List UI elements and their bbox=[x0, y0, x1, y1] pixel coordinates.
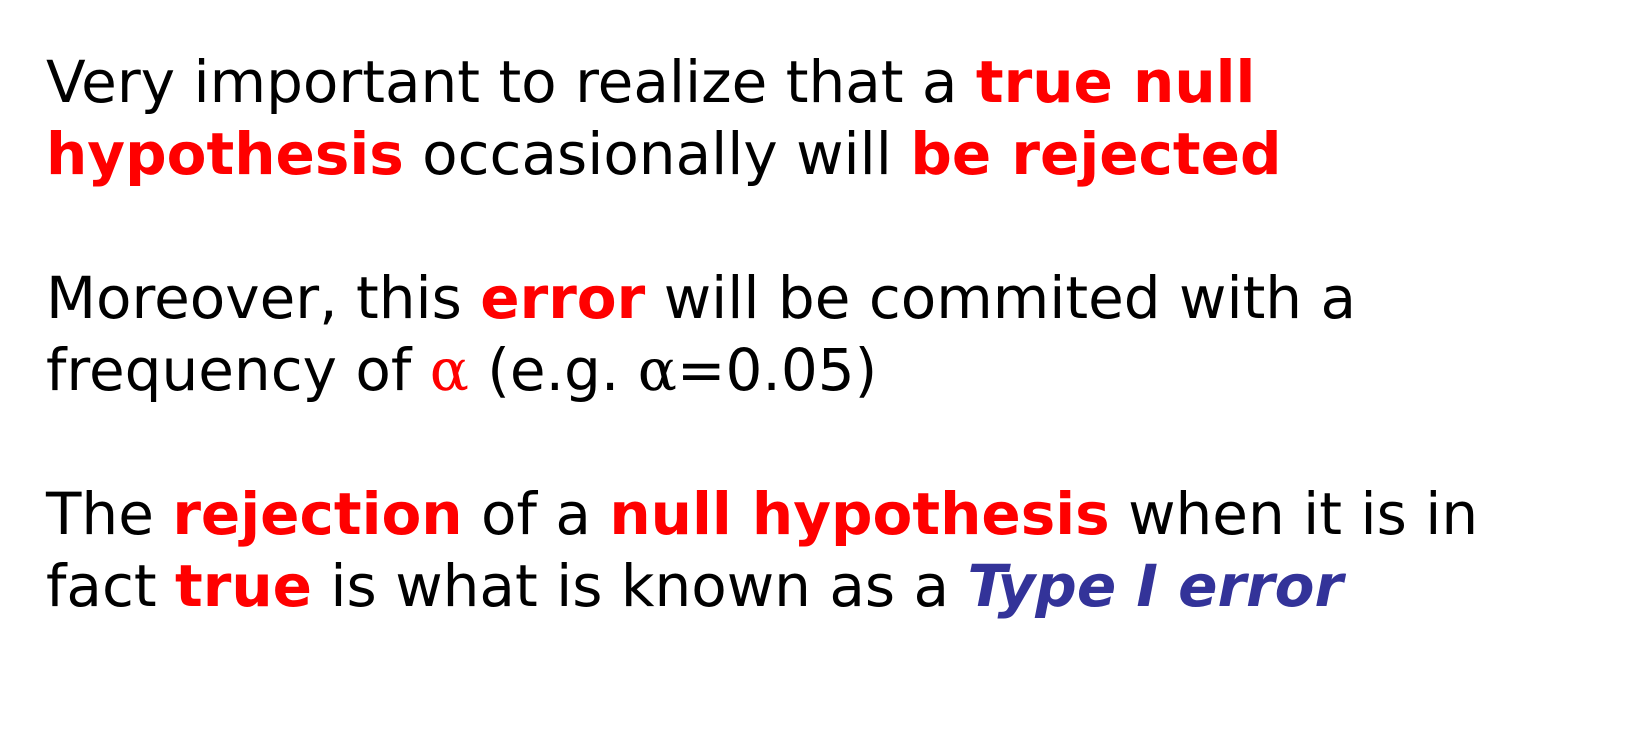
plain-text: occasionally will bbox=[403, 120, 911, 188]
plain-text: (e.g. bbox=[468, 336, 638, 404]
plain-text: when it is in bbox=[1109, 480, 1479, 548]
plain-text: =0.05) bbox=[676, 336, 878, 404]
highlight-hypothesis: hypothesis bbox=[46, 120, 404, 188]
plain-text: frequency of bbox=[46, 336, 430, 404]
highlight-true-null: true null bbox=[975, 48, 1256, 116]
alpha-symbol-highlight: α bbox=[429, 336, 469, 404]
highlight-error: error bbox=[480, 264, 646, 332]
term-type-i-error: Type I error bbox=[967, 552, 1344, 620]
paragraph-1-line-1: Very important to realize that a true nu… bbox=[46, 46, 1255, 118]
plain-text: fact bbox=[46, 552, 176, 620]
plain-text: of a bbox=[462, 480, 610, 548]
highlight-rejection: rejection bbox=[172, 480, 463, 548]
plain-text: is what is known as a bbox=[312, 552, 968, 620]
paragraph-2-line-1: Moreover, this error will be commited wi… bbox=[46, 262, 1356, 334]
paragraph-3-line-1: The rejection of a null hypothesis when … bbox=[46, 478, 1478, 550]
highlight-null-hypothesis: null hypothesis bbox=[609, 480, 1110, 548]
paragraph-1-line-2: hypothesis occasionally will be rejected bbox=[46, 118, 1282, 190]
plain-text: Very important to realize that a bbox=[46, 48, 976, 116]
plain-text: Moreover, this bbox=[46, 264, 481, 332]
paragraph-2-line-2: frequency of α (e.g. α=0.05) bbox=[46, 334, 877, 406]
plain-text: will be commited with a bbox=[645, 264, 1357, 332]
highlight-be-rejected: be rejected bbox=[910, 120, 1282, 188]
alpha-symbol: α bbox=[637, 336, 677, 404]
highlight-true: true bbox=[175, 552, 312, 620]
paragraph-3-line-2: fact true is what is known as a Type I e… bbox=[46, 550, 1343, 622]
plain-text: The bbox=[46, 480, 173, 548]
